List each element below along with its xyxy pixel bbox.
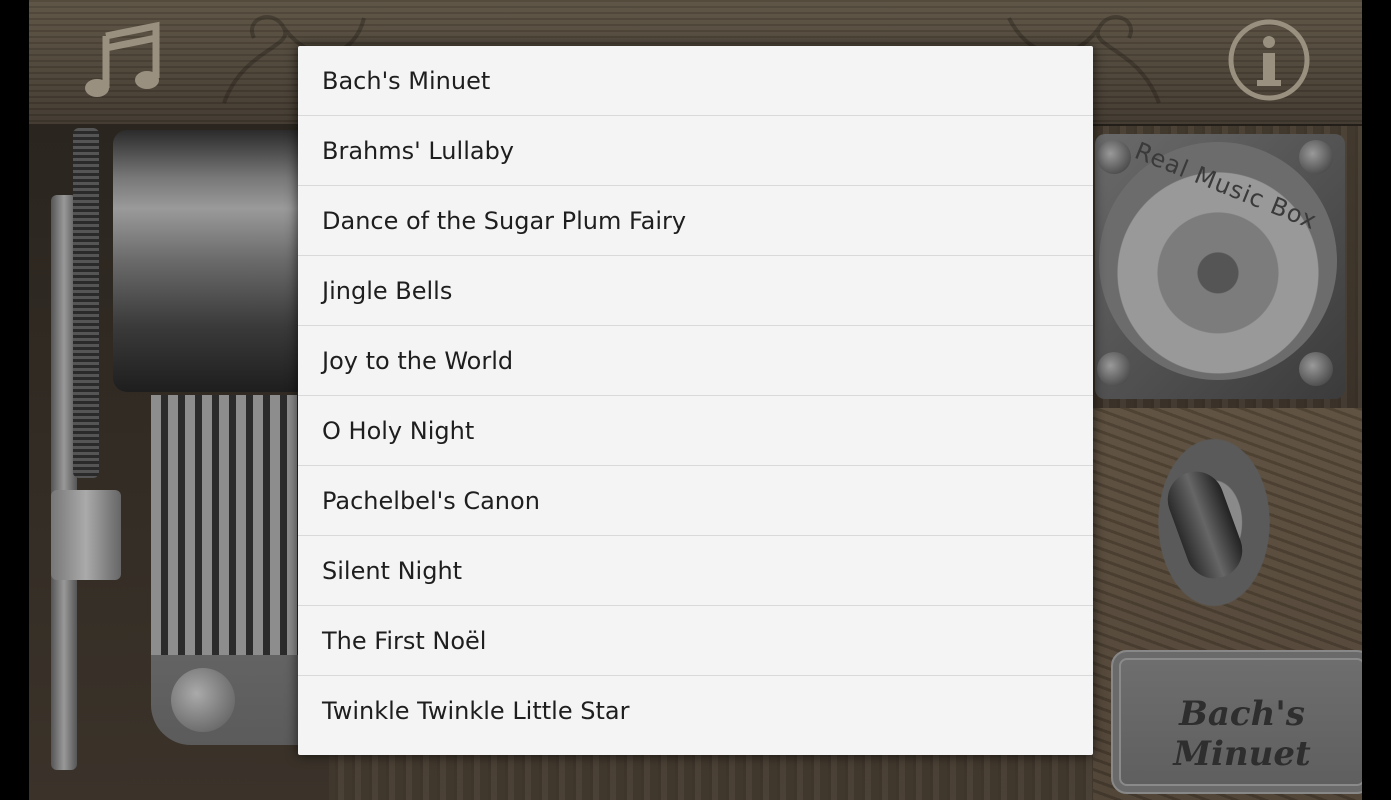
song-item[interactable]: O Holy Night: [298, 396, 1093, 466]
comb-screw: [171, 668, 235, 732]
song-label: Twinkle Twinkle Little Star: [322, 696, 630, 725]
song-item[interactable]: The First Noël: [298, 606, 1093, 676]
info-icon[interactable]: [1227, 18, 1311, 102]
bracket: [51, 490, 121, 580]
song-select-dialog: Bach's Minuet Brahms' Lullaby Dance of t…: [298, 46, 1093, 755]
song-item[interactable]: Bach's Minuet: [298, 46, 1093, 116]
song-item[interactable]: Silent Night: [298, 536, 1093, 606]
song-label: Pachelbel's Canon: [322, 486, 540, 515]
gear-wheel: [73, 128, 99, 478]
song-label: Silent Night: [322, 556, 463, 585]
song-label: Dance of the Sugar Plum Fairy: [322, 206, 687, 235]
song-label: Joy to the World: [322, 346, 514, 375]
song-label: Brahms' Lullaby: [322, 136, 514, 165]
song-label: Bach's Minuet: [322, 66, 491, 95]
plate-screw: [1299, 352, 1333, 386]
music-note-icon[interactable]: [84, 20, 164, 100]
song-nameplate[interactable]: Bach's Minuet: [1111, 650, 1362, 794]
plate-screw: [1097, 352, 1131, 386]
song-item[interactable]: Pachelbel's Canon: [298, 466, 1093, 536]
song-label: The First Noël: [322, 626, 487, 655]
song-item[interactable]: Brahms' Lullaby: [298, 116, 1093, 186]
song-label: O Holy Night: [322, 416, 475, 445]
song-item[interactable]: Dance of the Sugar Plum Fairy: [298, 186, 1093, 256]
song-item[interactable]: Jingle Bells: [298, 256, 1093, 326]
plate-screw: [1097, 140, 1131, 174]
plate-screw: [1299, 140, 1333, 174]
nameplate-label: Bach's Minuet: [1173, 694, 1311, 774]
song-item[interactable]: Joy to the World: [298, 326, 1093, 396]
song-item[interactable]: Twinkle Twinkle Little Star: [298, 676, 1093, 745]
song-label: Jingle Bells: [322, 276, 453, 305]
